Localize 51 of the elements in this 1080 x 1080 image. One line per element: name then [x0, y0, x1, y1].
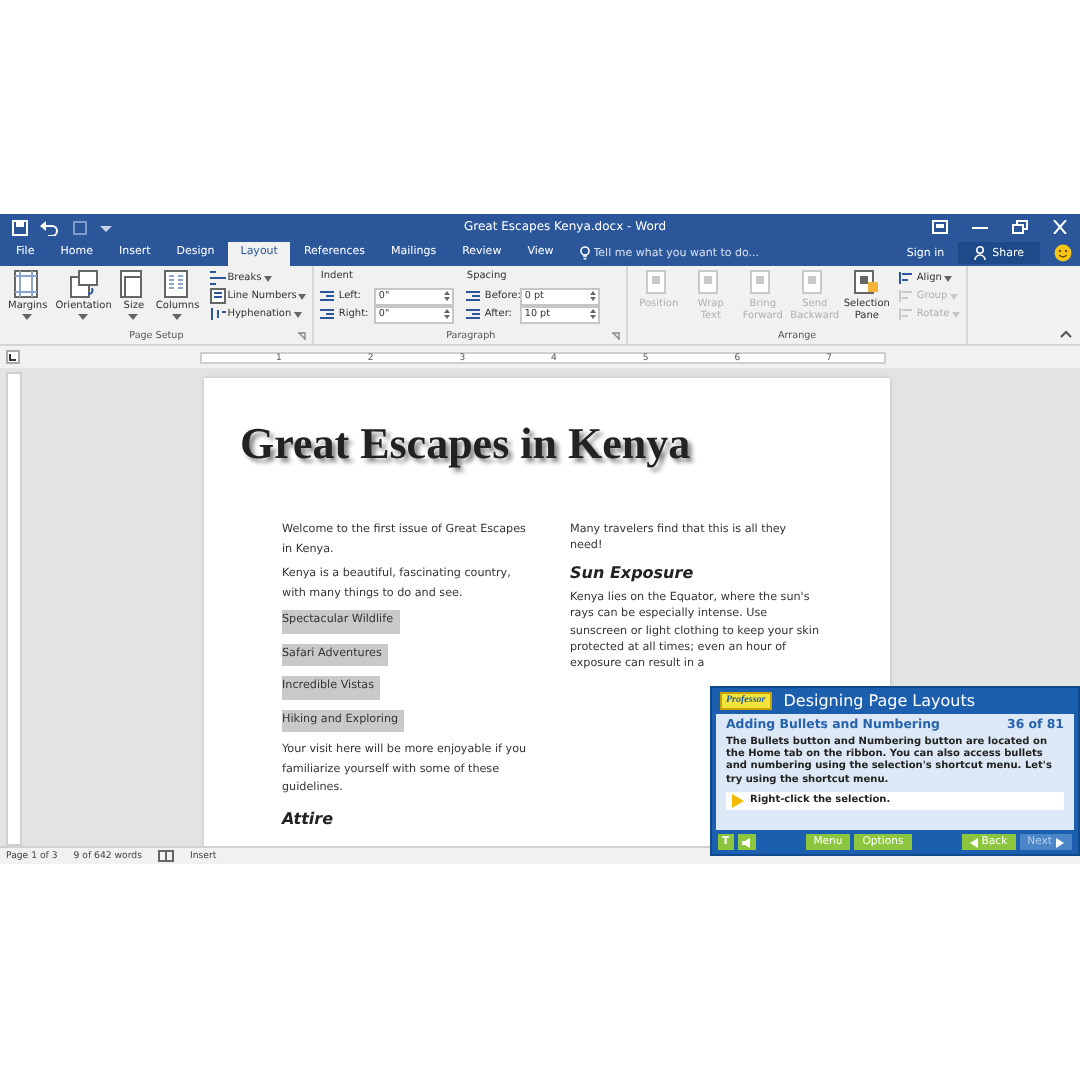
document-title: Great Escapes in Kenya — [240, 418, 693, 472]
numbered-lines-icon — [209, 288, 226, 304]
undo-icon[interactable] — [40, 219, 60, 235]
section-heading: Attire — [282, 809, 336, 827]
caret-icon — [951, 311, 960, 317]
audio-button[interactable] — [737, 834, 756, 850]
restore-icon[interactable] — [1012, 220, 1028, 234]
close-icon[interactable] — [1052, 220, 1068, 234]
back-arrow-icon — [969, 837, 978, 847]
caret-icon — [78, 314, 89, 320]
caret-icon — [949, 293, 958, 299]
tutorial-title: Designing Page Layouts — [783, 692, 976, 710]
page-break-icon — [209, 270, 226, 286]
selection-pane-icon — [853, 270, 880, 296]
indent-right-icon — [320, 308, 335, 320]
spinner-arrows-icon — [444, 290, 451, 302]
next-arrow-icon — [1056, 837, 1065, 847]
save-icon[interactable] — [12, 219, 28, 235]
pages-rotate-icon — [69, 270, 98, 298]
person-icon — [974, 246, 987, 260]
redo-icon[interactable] — [72, 219, 88, 235]
caret-icon — [293, 311, 302, 317]
section-heading: Sun Exposure — [570, 563, 696, 582]
tab-selector-icon[interactable] — [6, 350, 20, 364]
smiley-icon[interactable] — [1054, 244, 1072, 262]
caret-icon — [943, 275, 952, 281]
dialog-launcher-icon[interactable] — [612, 332, 621, 340]
caret-icon — [128, 314, 139, 320]
page-margins-icon — [13, 270, 42, 298]
play-arrow-icon — [732, 793, 744, 808]
spacing-after-icon — [466, 308, 481, 320]
ribbon-options-icon[interactable] — [932, 220, 948, 234]
caret-icon — [263, 275, 272, 281]
group-icon — [898, 288, 915, 304]
lightbulb-icon — [579, 246, 590, 260]
indent-left-icon — [320, 290, 335, 302]
stacked-pages-icon — [119, 270, 148, 298]
align-icon — [898, 270, 915, 286]
rotate-icon — [898, 306, 915, 322]
caret-icon — [172, 314, 183, 320]
two-column-page-icon — [163, 270, 192, 298]
spinner-arrows-icon — [444, 308, 451, 320]
customize-caret-icon[interactable] — [100, 221, 112, 233]
hyphen-icon — [209, 306, 226, 322]
spacing-before-icon — [466, 290, 481, 302]
dialog-launcher-icon[interactable] — [298, 332, 307, 340]
spinner-arrows-icon — [590, 308, 597, 320]
caret-icon — [22, 314, 33, 320]
caret-icon — [298, 293, 307, 299]
collapse-ribbon-icon[interactable] — [1060, 330, 1072, 338]
spinner-arrows-icon — [590, 290, 597, 302]
